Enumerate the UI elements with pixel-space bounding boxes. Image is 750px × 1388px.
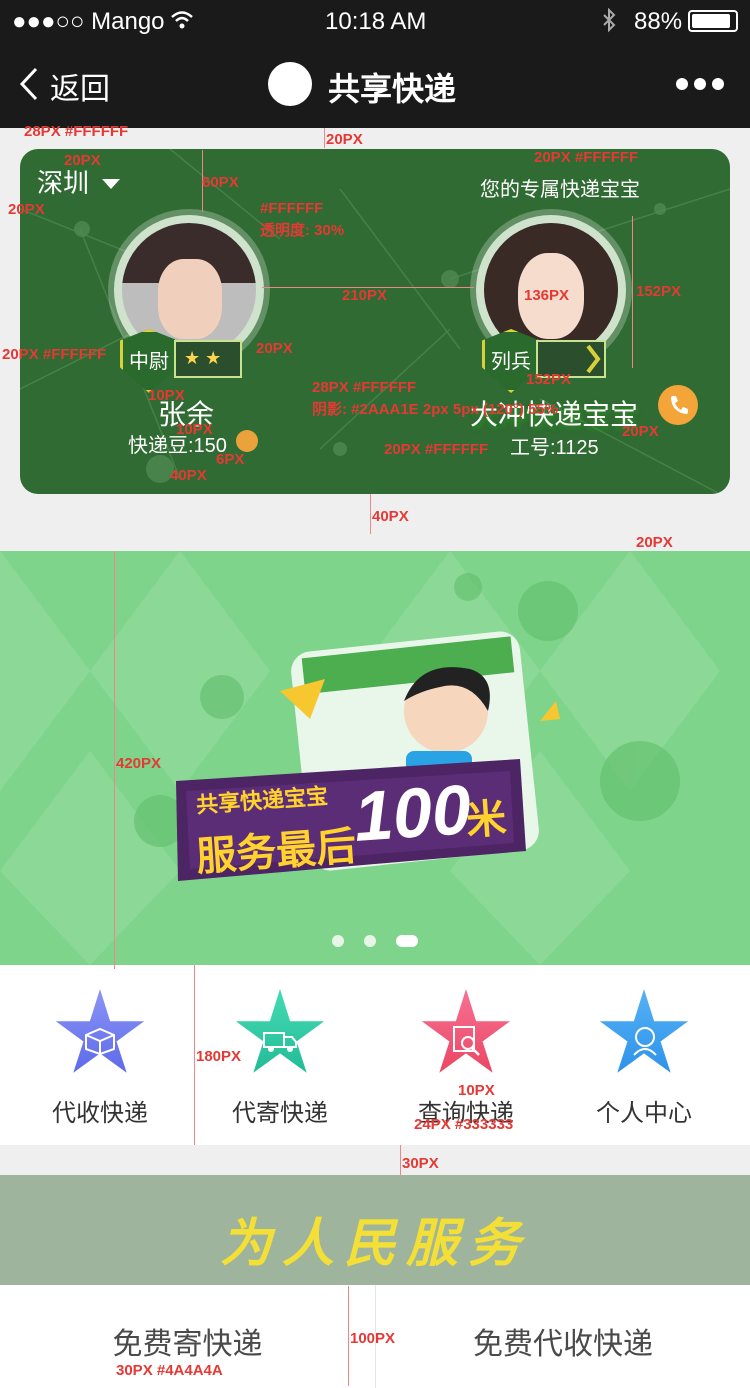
banner-pattern [0,551,720,965]
slogan-banner: 为人民服务 [0,1175,750,1285]
spec-label: 20PX [326,131,363,148]
spec-label: 10PX [458,1082,495,1099]
bean-icon [236,430,258,452]
service-menu: 代收快递 代寄快递 查询快递 个人中心 [0,965,750,1145]
truck-glyph-icon [263,1032,297,1052]
status-bar: ●●●○○ Mango 10:18 AM 88% [0,0,750,40]
page-title: 共享快递 [328,71,457,107]
more-icon [676,78,688,90]
spec-label: 152PX [636,283,682,300]
menu-label: 代收快递 [52,1100,148,1127]
spec-line [114,551,115,969]
spec-line [632,216,633,368]
spec-label: 阴影: #2AAA1E 2px 5px (120°) 55% [312,401,559,418]
spec-label: 28PX #FFFFFF [312,379,417,396]
menu-label: 个人中心 [596,1100,692,1127]
carousel-dot-active[interactable] [396,935,418,947]
spec-line [370,494,371,534]
spec-label: 6PX [216,451,245,468]
spec-label: 30PX #4A4A4A [116,1362,223,1379]
right-rank: 列兵 [491,351,531,373]
box-glyph-icon [85,1027,115,1055]
spec-line [400,1145,401,1175]
spec-label: 210PX [342,287,388,304]
spec-label: 152PX [526,371,572,388]
banner-unit: 米 [464,796,508,844]
carrier-label: ●●●○○ Mango [12,8,165,35]
spec-label: 40PX [372,508,409,525]
chevron-right-icon [586,344,601,374]
spec-label: 420PX [116,755,162,772]
more-button[interactable] [672,74,728,94]
call-button[interactable] [658,385,698,425]
spec-label: #FFFFFF [260,200,324,217]
back-button[interactable]: 返回 [18,64,118,106]
spec-label: 20PX #FFFFFF [534,149,639,166]
banner-big-number: 100 [351,770,474,856]
spec-label: 180PX [196,1048,242,1065]
spec-label: 20PX [622,423,659,440]
menu-item-profile[interactable]: 个人中心 [554,989,734,1129]
battery-icon [688,10,738,32]
spec-label: 透明度: 30% [260,222,345,239]
menu-label: 代寄快递 [232,1100,328,1127]
spec-line [194,965,195,1145]
courier-card: 深圳 您的专属快递宝宝 中尉 ★ ★ 张余 快递豆:150 列兵 大冲快递宝宝 … [20,149,730,494]
spec-label: 20PX #FFFFFF [384,441,489,458]
free-collect-label: 免费代收快递 [473,1328,653,1361]
banner-line2: 服务最后 [194,824,358,880]
spec-label: 28PX #FFFFFF [24,123,129,140]
menu-item-query[interactable]: 查询快递 [376,989,556,1129]
right-user-work-id: 工号:1125 [510,437,599,459]
wifi-icon [171,11,193,29]
back-label: 返回 [50,73,110,106]
person-glyph-icon [633,1027,657,1056]
menu-item-collect[interactable]: 代收快递 [10,989,190,1129]
search-glyph-icon [453,1026,480,1056]
caret-down-icon [102,179,121,190]
city-label: 深圳 [37,168,90,198]
phone-icon [671,396,688,414]
carousel-dot[interactable] [332,935,344,947]
spec-label: 60PX [202,174,239,191]
promo-banner[interactable]: 共享快递宝宝 服务最后 100 米 [0,551,750,965]
more-icon-dot [712,78,724,90]
spec-label: 24PX #333333 [414,1116,514,1133]
clock: 10:18 AM [325,8,427,35]
page: ●●●○○ Mango 10:18 AM 88% 返回 共享快递 深圳 您的专属… [0,0,750,1388]
spec-label: 20PX #FFFFFF [2,346,107,363]
spec-label: 136PX [524,287,570,304]
free-send-label: 免费寄快递 [112,1328,263,1361]
carousel-dot[interactable] [364,935,376,947]
spec-label: 10PX [176,421,213,438]
left-rank: 中尉 [129,351,169,373]
app-logo-icon [268,62,312,106]
spec-label: 30PX [402,1155,439,1172]
spec-line [324,128,325,148]
bluetooth-icon [603,8,616,33]
spec-label: 10PX [148,387,185,404]
more-icon-dot [694,78,706,90]
spec-label: 20PX [64,152,101,169]
spec-label: 40PX [170,467,207,484]
chevron-left-icon [19,67,38,101]
left-rank-bar: ★ ★ [174,340,242,378]
free-collect-button[interactable]: 免费代收快递 [376,1285,750,1388]
spec-label: 100PX [350,1330,396,1347]
rank-stars-icon: ★ ★ [184,348,222,368]
slogan-text: 为人民服务 [219,1213,530,1274]
battery-percent: 88% [634,8,683,35]
spec-label: 20PX [256,340,293,357]
spec-line [348,1286,349,1386]
right-caption: 您的专属快递宝宝 [480,179,640,201]
spec-label: 20PX [8,201,45,218]
spec-label: 20PX [636,534,673,551]
